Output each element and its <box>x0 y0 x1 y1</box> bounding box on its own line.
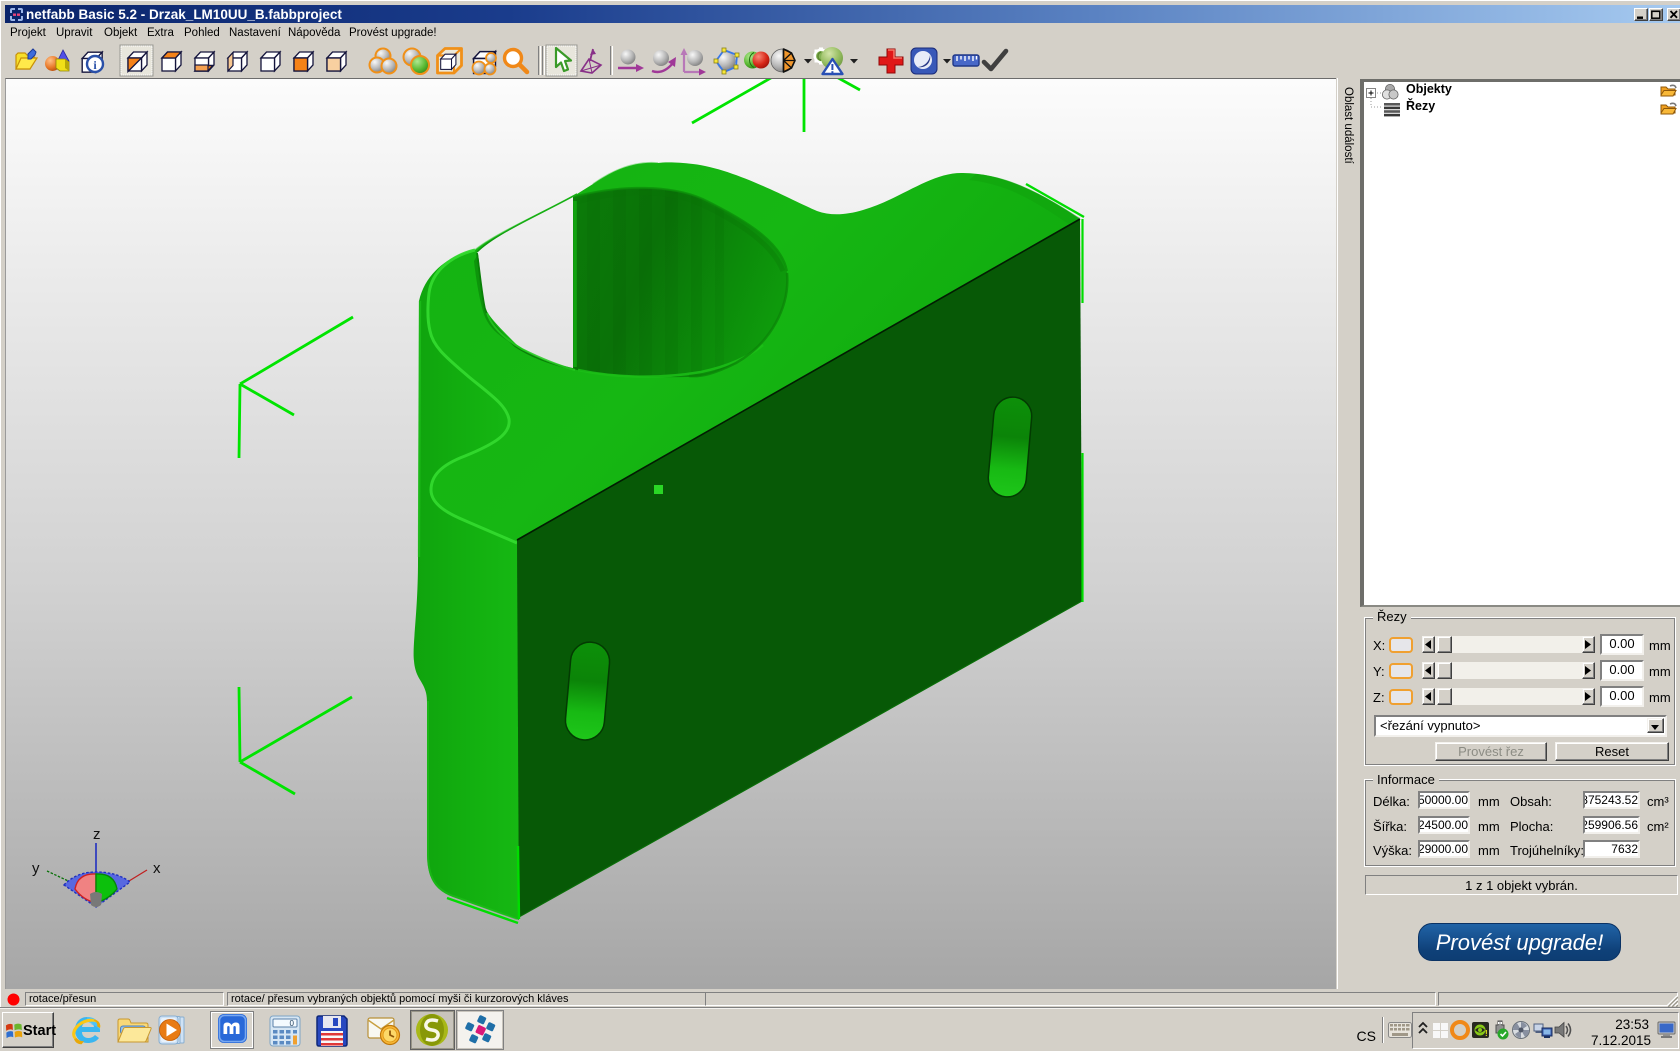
svg-text:0: 0 <box>290 1019 295 1028</box>
svg-text:!: ! <box>1485 1029 1488 1038</box>
svg-text:y: y <box>32 860 40 877</box>
svg-text:x: x <box>153 860 161 877</box>
svg-text:z: z <box>93 826 101 843</box>
svg-text:CS: CS <box>1357 1028 1376 1044</box>
svg-text:23:53: 23:53 <box>1615 1017 1649 1032</box>
svg-text:7.12.2015: 7.12.2015 <box>1591 1033 1651 1048</box>
